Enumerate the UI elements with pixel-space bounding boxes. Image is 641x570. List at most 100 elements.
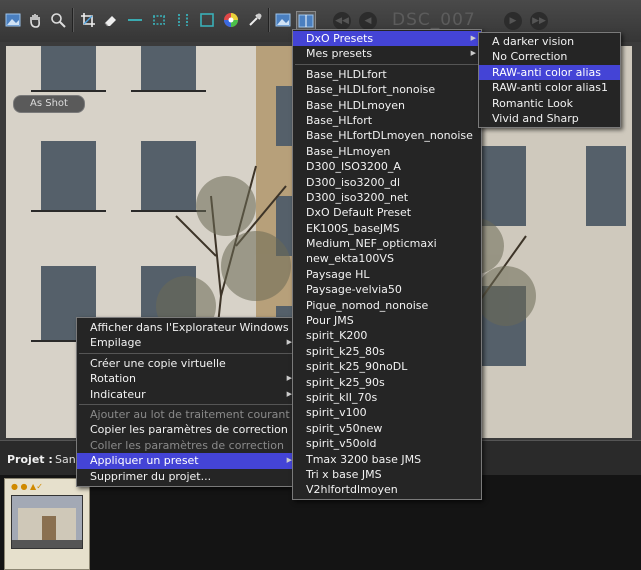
last-image-button[interactable]: ▶▶ — [530, 12, 548, 30]
menu-item-stacking[interactable]: Empilage ▶ — [77, 335, 297, 350]
preset-item[interactable]: spirit_v50old — [293, 436, 481, 451]
thumbnail-image — [11, 495, 83, 549]
menu-item-label: Rotation — [90, 372, 137, 386]
split-view-icon[interactable] — [296, 11, 316, 31]
preset-item-label: Base_HLDLmoyen — [306, 98, 405, 112]
horizon-icon[interactable] — [126, 11, 144, 29]
preset-item[interactable]: Pour JMS — [293, 313, 481, 328]
preset-item-label: new_ekta100VS — [306, 252, 394, 266]
hand-icon[interactable] — [26, 11, 44, 29]
menu-item-virtual-copy[interactable]: Créer une copie virtuelle — [77, 356, 297, 371]
preset-item[interactable]: No Correction — [479, 49, 620, 64]
zoom-icon[interactable] — [49, 11, 67, 29]
preset-item-label: spirit_k25_80s — [306, 344, 385, 358]
preset-item[interactable]: Pique_nomod_nonoise — [293, 298, 481, 313]
menu-item-label: Indicateur — [90, 387, 146, 401]
menu-item-copy-settings[interactable]: Copier les paramètres de correction — [77, 422, 297, 437]
preset-item[interactable]: A darker vision — [479, 34, 620, 49]
preset-item[interactable]: RAW-anti color alias1 — [479, 80, 620, 95]
crop-icon[interactable] — [79, 11, 97, 29]
menu-item-label: Coller les paramètres de correction — [90, 438, 284, 452]
preset-item[interactable]: spirit_k25_90noDL — [293, 359, 481, 374]
preset-item[interactable]: D300_iso3200_dl — [293, 175, 481, 190]
menu-item-show-in-explorer[interactable]: Afficher dans l'Explorateur Windows — [77, 320, 297, 335]
preset-item-label: Paysage-velvia50 — [306, 283, 402, 297]
preset-item-label: RAW-anti color alias — [492, 65, 602, 79]
preset-item-label: Medium_NEF_opticmaxi — [306, 237, 437, 251]
image-view-icon[interactable] — [4, 11, 22, 29]
preset-item-label: spirit_v50old — [306, 437, 377, 451]
preset-item-label: D300_ISO3200_A — [306, 160, 401, 174]
menu-item-paste-settings: Coller les paramètres de correction — [77, 438, 297, 453]
project-label: Projet : — [7, 453, 53, 466]
preset-item[interactable]: Base_HLmoyen — [293, 144, 481, 159]
preset-item[interactable]: DxO Default Preset — [293, 205, 481, 220]
preset-item-label: Base_HLDLfort_nonoise — [306, 83, 436, 97]
preset-item-label: spirit_v50new — [306, 421, 383, 435]
menu-separator — [295, 63, 479, 65]
preset-item[interactable]: D300_iso3200_net — [293, 190, 481, 205]
next-image-button[interactable]: ▶ — [504, 12, 522, 30]
menu-item-indicator[interactable]: Indicateur ▶ — [77, 387, 297, 402]
preset-item[interactable]: Mes presets ▶ — [293, 46, 481, 61]
preset-item[interactable]: spirit_v50new — [293, 421, 481, 436]
vertical-icon[interactable] — [174, 11, 192, 29]
menu-item-label: Créer une copie virtuelle — [90, 356, 226, 370]
preset-item[interactable]: spirit_v100 — [293, 405, 481, 420]
preset-item[interactable]: Base_HLDLmoyen — [293, 98, 481, 113]
submenu-arrow-icon: ▶ — [470, 49, 476, 58]
menu-separator — [79, 352, 295, 354]
preset-item[interactable]: new_ekta100VS — [293, 251, 481, 266]
toolbar-separator — [268, 8, 270, 32]
preset-item[interactable]: DxO Presets ▶ — [293, 31, 481, 47]
menu-item-label: Empilage — [90, 336, 142, 350]
preset-item[interactable]: Base_HLDLfort — [293, 67, 481, 82]
menu-separator — [79, 403, 295, 405]
preset-item-label: spirit_k25_90s — [306, 375, 385, 389]
eraser-icon[interactable] — [102, 11, 120, 29]
distortion-icon[interactable] — [150, 11, 168, 29]
previous-image-button[interactable]: ◀ — [359, 12, 377, 30]
menu-item-remove-from-project[interactable]: Supprimer du projet... — [77, 469, 297, 484]
preset-item-label: DxO Presets — [306, 32, 374, 45]
preset-item-label: Romantic Look — [492, 96, 573, 110]
preset-item-label: EK100S_baseJMS — [306, 221, 400, 235]
preset-item[interactable]: V2hlfortdlmoyen — [293, 482, 481, 497]
first-image-button[interactable]: ◀◀ — [333, 12, 351, 30]
preset-item-label: Base_HLfortDLmoyen_nonoise — [306, 129, 473, 143]
preset-item[interactable]: Romantic Look — [479, 96, 620, 111]
preset-item[interactable]: Medium_NEF_opticmaxi — [293, 236, 481, 251]
preset-item[interactable]: spirit_K200 — [293, 328, 481, 343]
preset-item-label: Vivid and Sharp — [492, 111, 579, 125]
preset-item-label: Base_HLDLfort — [306, 67, 387, 81]
preset-item[interactable]: Tmax 3200 base JMS — [293, 452, 481, 467]
preset-item[interactable]: Paysage HL — [293, 267, 481, 282]
compare-icon[interactable] — [274, 11, 292, 29]
color-wheel-icon[interactable] — [222, 11, 240, 29]
preset-item[interactable]: Base_HLfort — [293, 113, 481, 128]
frame-icon[interactable] — [198, 11, 216, 29]
preset-item[interactable]: spirit_k25_80s — [293, 344, 481, 359]
preset-item-label: D300_iso3200_dl — [306, 175, 401, 189]
menu-item-rotation[interactable]: Rotation ▶ — [77, 371, 297, 386]
preset-item-label: Pour JMS — [306, 314, 354, 328]
preset-item[interactable]: spirit_k25_90s — [293, 375, 481, 390]
as-shot-badge[interactable]: As Shot — [13, 95, 85, 113]
preset-item[interactable]: Tri x base JMS — [293, 467, 481, 482]
preset-item[interactable]: Vivid and Sharp — [479, 111, 620, 126]
preset-item[interactable]: D300_ISO3200_A — [293, 159, 481, 174]
preset-item[interactable]: spirit_kII_70s — [293, 390, 481, 405]
preset-item[interactable]: EK100S_baseJMS — [293, 221, 481, 236]
preset-submenu: DxO Presets ▶ Mes presets ▶ Base_HLDLfort Bas… — [292, 29, 482, 500]
menu-item-apply-preset[interactable]: Appliquer un preset ▶ — [77, 453, 297, 469]
preset-item[interactable]: Paysage-velvia50 — [293, 282, 481, 297]
preset-item-label: Pique_nomod_nonoise — [306, 298, 429, 312]
image-thumbnail[interactable]: ● ● ▲✓ — [4, 478, 90, 570]
eyedropper-icon[interactable] — [246, 11, 264, 29]
preset-item-label: D300_iso3200_net — [306, 190, 409, 204]
preset-item-label: spirit_K200 — [306, 329, 368, 343]
preset-item[interactable]: RAW-anti color alias — [479, 64, 620, 81]
preset-item-label: A darker vision — [492, 35, 575, 48]
preset-item[interactable]: Base_HLfortDLmoyen_nonoise — [293, 128, 481, 143]
preset-item[interactable]: Base_HLDLfort_nonoise — [293, 82, 481, 97]
